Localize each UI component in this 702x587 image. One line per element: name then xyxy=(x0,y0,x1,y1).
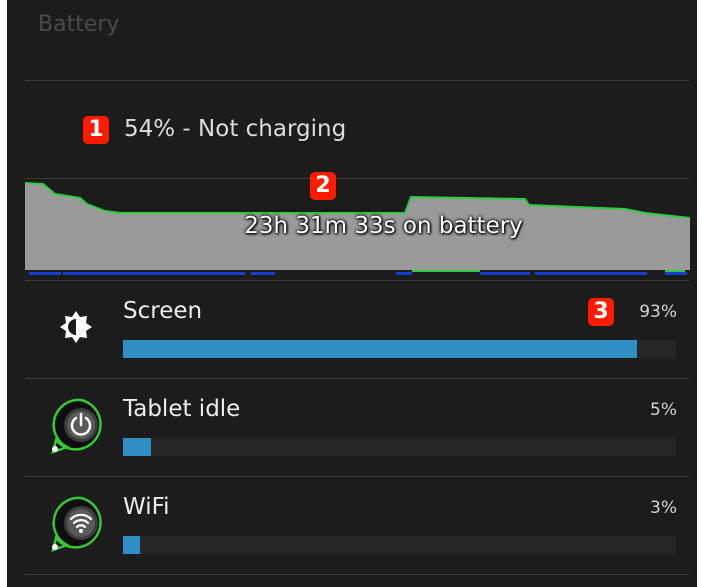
battery-screen: Battery 1 54% - Not charging 2 23h 31m 3… xyxy=(7,0,697,587)
divider xyxy=(25,178,689,179)
usage-bar-fill xyxy=(123,340,638,358)
usage-percent: 3% xyxy=(650,498,677,518)
history-bar-segment xyxy=(480,272,530,275)
divider xyxy=(25,80,689,81)
annotation-badge-1: 1 xyxy=(83,116,109,144)
history-bar-segment xyxy=(535,272,647,275)
usage-percent: 93% xyxy=(639,302,677,322)
usage-bar-track xyxy=(123,536,676,554)
usage-bar-fill xyxy=(123,536,140,554)
annotation-badge-2: 2 xyxy=(310,172,336,200)
annotation-badge-3: 3 xyxy=(588,298,614,326)
usage-bar-fill xyxy=(123,438,151,456)
history-bar-segment xyxy=(665,272,687,275)
usage-bar-track xyxy=(123,340,676,358)
history-bar-segment xyxy=(412,270,480,272)
usage-percent: 5% xyxy=(650,400,677,420)
history-bar-segment xyxy=(665,270,685,272)
wifi-icon xyxy=(51,496,102,552)
history-bar-segment xyxy=(251,272,275,275)
usage-label: Tablet idle xyxy=(123,396,241,422)
power-icon xyxy=(51,398,102,454)
time-on-battery-text: 23h 31m 33s on battery xyxy=(244,213,523,239)
history-bar-segment xyxy=(63,272,245,275)
usage-label: WiFi xyxy=(123,494,170,520)
usage-row-screen[interactable]: Screen 3 93% xyxy=(25,280,690,378)
history-bar-segment xyxy=(396,272,412,275)
usage-bar-track xyxy=(123,438,676,456)
usage-row-tablet-idle[interactable]: Tablet idle 5% xyxy=(25,378,690,476)
usage-label: Screen xyxy=(123,298,203,324)
divider xyxy=(25,574,689,575)
page-title: Battery xyxy=(38,12,120,37)
brightness-icon xyxy=(60,311,92,343)
history-bar-segment xyxy=(29,272,61,275)
usage-row-wifi[interactable]: WiFi 3% xyxy=(25,476,690,574)
battery-status-text: 54% - Not charging xyxy=(124,116,347,142)
